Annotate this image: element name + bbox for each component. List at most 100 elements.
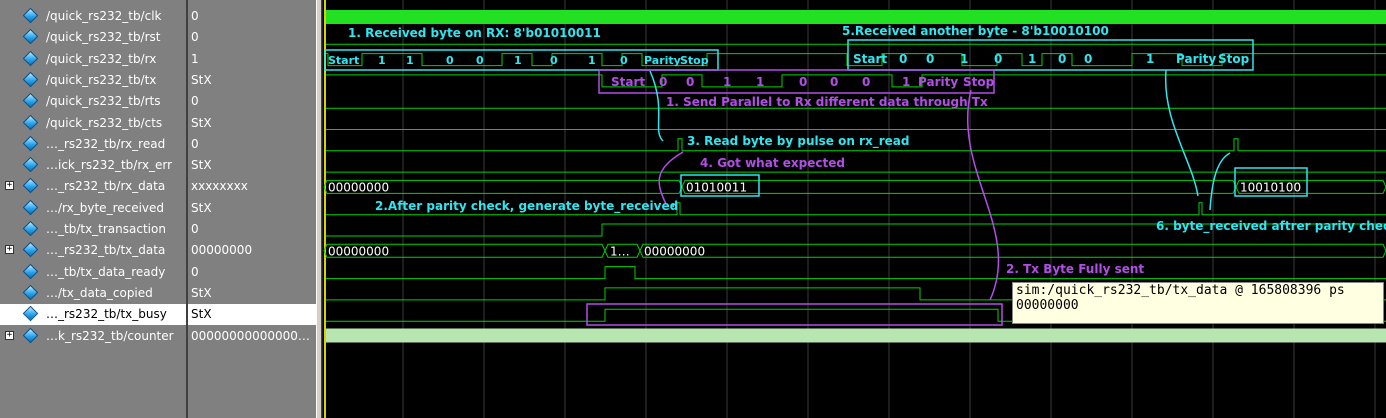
signal-value-row[interactable]: StX bbox=[188, 113, 316, 134]
signal-value: xxxxxxxx bbox=[191, 179, 248, 194]
annotation-rx-byte-1: 1. Received byte on RX: 8'b01010011 bbox=[348, 26, 601, 40]
signal-name: /quick_rs232_tb/tx bbox=[46, 72, 157, 87]
signal-value-row[interactable]: 0 bbox=[188, 6, 316, 27]
signal-row[interactable]: /quick_rs232_tb/rts bbox=[0, 91, 186, 112]
signal-value-row[interactable]: StX bbox=[188, 198, 316, 219]
signal-value-row[interactable]: 0 bbox=[188, 91, 316, 112]
signal-value-row[interactable]: StX bbox=[188, 304, 316, 326]
rx-frame1-bit: 0 bbox=[446, 54, 454, 67]
signal-value-row[interactable]: 00000000000000… bbox=[188, 326, 316, 347]
signal-value-row[interactable]: StX bbox=[188, 70, 316, 91]
signal-diamond-icon bbox=[22, 71, 39, 88]
expand-icon[interactable]: + bbox=[5, 330, 14, 340]
signal-value-row[interactable]: 1 bbox=[188, 49, 316, 70]
tooltip-signal-time: sim:/quick_rs232_tb/tx_data @ 165808396 … bbox=[1016, 283, 1345, 298]
tx-frame-bit: 1 bbox=[756, 75, 764, 89]
signal-diamond-icon bbox=[22, 242, 39, 258]
signal-diamond-icon bbox=[22, 29, 39, 45]
signal-value-row[interactable]: 0 bbox=[188, 27, 316, 48]
rx-frame2-bit: Parity bbox=[1176, 52, 1216, 66]
signal-row[interactable]: /quick_rs232_tb/cts bbox=[0, 113, 186, 134]
tx-frame-bit: 0 bbox=[659, 75, 667, 89]
signal-value: 0 bbox=[191, 30, 199, 45]
tx-frame-bit: Parity bbox=[918, 75, 958, 89]
signal-row[interactable]: + …_rs232_tb/tx_data bbox=[0, 240, 186, 261]
annotation-tx-fully-sent: 2. Tx Byte Fully sent bbox=[1006, 262, 1145, 276]
rx-frame1-bit: 1 bbox=[378, 54, 386, 67]
signal-name: …/tx_data_copied bbox=[46, 285, 153, 300]
rx-frame1-bit: 1 bbox=[514, 54, 522, 67]
rx-frame2-bit: 0 bbox=[1058, 52, 1066, 66]
signal-value-row[interactable]: StX bbox=[188, 155, 316, 176]
tx-frame-bit: 1 bbox=[902, 75, 910, 89]
signal-value-row[interactable]: 0 bbox=[188, 219, 316, 240]
signal-row[interactable]: …_tb/tx_transaction bbox=[0, 219, 186, 240]
rx-frame1-bit: Start bbox=[328, 54, 359, 67]
annotation-send-parallel: 1. Send Parallel to Rx different data th… bbox=[666, 95, 988, 109]
signal-name: /quick_rs232_tb/rst bbox=[46, 30, 161, 45]
signal-name: …_rs232_tb/tx_data bbox=[46, 243, 166, 258]
signal-row[interactable]: /quick_rs232_tb/tx bbox=[0, 70, 186, 91]
signal-value: 0 bbox=[191, 9, 199, 23]
tx-frame-bit: 0 bbox=[686, 75, 694, 89]
signal-value: StX bbox=[191, 72, 212, 87]
rx-frame1-bit: 0 bbox=[476, 54, 484, 67]
signal-diamond-icon bbox=[22, 199, 39, 215]
signal-value-row[interactable]: 00000000 bbox=[188, 240, 316, 261]
signal-row[interactable]: …_rs232_tb/tx_busy bbox=[0, 304, 186, 326]
signal-value: 00000000000000… bbox=[191, 328, 310, 343]
signal-name: …/rx_byte_received bbox=[46, 200, 165, 215]
signal-diamond-icon bbox=[22, 114, 39, 130]
rx-frame2-bit: 0 bbox=[899, 52, 907, 66]
rx-frame1-bit: 0 bbox=[620, 54, 628, 67]
expand-icon[interactable]: + bbox=[5, 181, 14, 191]
signal-value-row[interactable]: xxxxxxxx bbox=[188, 176, 316, 197]
signal-value-row[interactable]: StX bbox=[188, 283, 316, 304]
signal-diamond-icon bbox=[22, 7, 39, 24]
signal-diamond-icon bbox=[22, 284, 39, 301]
signal-diamond-icon bbox=[22, 263, 39, 279]
signal-name: …k_rs232_tb/counter bbox=[46, 328, 174, 343]
rx-frame1-bit: Stop bbox=[680, 54, 709, 67]
signal-row[interactable]: …/tx_data_copied bbox=[0, 283, 186, 304]
signal-value-row[interactable]: 0 bbox=[188, 262, 316, 283]
signal-row[interactable]: …ick_rs232_tb/rx_err bbox=[0, 155, 186, 176]
signal-row[interactable]: …_tb/tx_data_ready bbox=[0, 262, 186, 283]
signal-row[interactable]: /quick_rs232_tb/rst bbox=[0, 27, 186, 48]
signal-value: 0 bbox=[191, 94, 199, 109]
signal-row[interactable]: /quick_rs232_tb/rx bbox=[0, 49, 186, 70]
signal-diamond-icon bbox=[22, 156, 39, 173]
tx-frame-bit: Start bbox=[611, 75, 645, 89]
signal-row[interactable]: …_rs232_tb/rx_read bbox=[0, 134, 186, 155]
signal-name: /quick_rs232_tb/rx bbox=[46, 51, 157, 66]
tx-wave bbox=[326, 74, 1386, 88]
signal-row[interactable]: /quick_rs232_tb/clk bbox=[0, 6, 186, 27]
tx-data-value: 1… bbox=[610, 244, 630, 258]
arrow-tx-sent bbox=[966, 89, 1000, 301]
signal-name: …_tb/tx_transaction bbox=[46, 222, 166, 236]
tx-data-ready-wave bbox=[326, 266, 1386, 280]
tx-frame-bit: 0 bbox=[862, 75, 870, 89]
tx-frame-bit: 1 bbox=[723, 75, 731, 89]
tx-frame-bit: 0 bbox=[830, 75, 838, 89]
rx-frame2-bit: 1 bbox=[1146, 52, 1154, 66]
rx-frame2-bit: Start bbox=[853, 52, 887, 66]
signal-name: /quick_rs232_tb/cts bbox=[46, 115, 163, 130]
signal-name: …_rs232_tb/tx_busy bbox=[46, 307, 167, 322]
signal-value-row[interactable]: 0 bbox=[188, 134, 316, 155]
tx-busy-box bbox=[586, 303, 1003, 326]
signal-row[interactable]: + …_rs232_tb/rx_data bbox=[0, 176, 186, 197]
signal-value: 0 bbox=[191, 222, 199, 236]
signal-name: …_rs232_tb/rx_read bbox=[46, 136, 166, 151]
expand-icon[interactable]: + bbox=[5, 245, 14, 255]
signal-value: 1 bbox=[191, 51, 199, 66]
rx-frame2-bit: 1 bbox=[1028, 52, 1036, 66]
signal-diamond-icon bbox=[22, 305, 39, 322]
tx-data-value: 00000000 bbox=[644, 244, 705, 258]
signal-row[interactable]: …/rx_byte_received bbox=[0, 198, 186, 219]
rx-frame1-bit: 1 bbox=[588, 54, 596, 67]
signal-row[interactable]: + …k_rs232_tb/counter bbox=[0, 326, 186, 347]
signal-diamond-icon bbox=[22, 327, 39, 343]
annotation-got-expected: 4. Got what expected bbox=[700, 156, 845, 170]
rx-frame2-bit: 0 bbox=[926, 52, 934, 66]
